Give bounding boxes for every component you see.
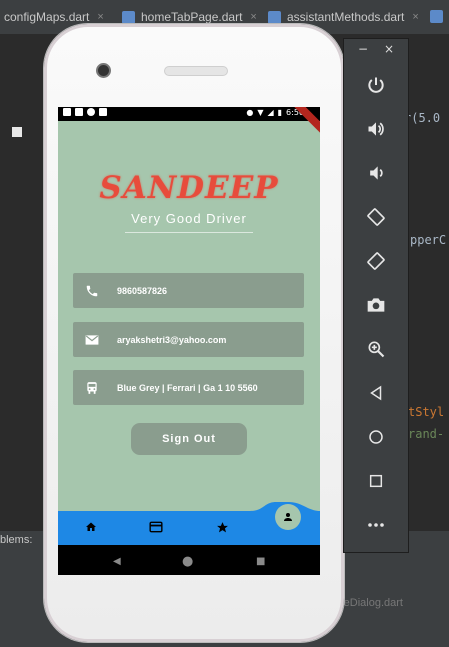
problems-label[interactable]: blems: [0,534,32,546]
rotate-left-button[interactable] [362,203,390,231]
code-fragment: tStyl [408,405,445,419]
code-fragment: r(5.0 [404,111,441,125]
home-icon [86,522,96,531]
overview-icon [369,474,383,488]
back-icon [370,385,382,401]
image-icon [75,108,83,116]
phone-icon [85,284,99,298]
phone-screen: ● ▼ ◢ ▮ 6:56 SANDEEP Very Good Driver 98… [58,107,320,575]
battery-icon: ▮ [277,108,283,117]
close-icon[interactable]: × [412,11,418,23]
phone-frame: ● ▼ ◢ ▮ 6:56 SANDEEP Very Good Driver 98… [44,24,344,642]
rotate-left-icon [367,208,385,226]
more-icon [368,523,384,527]
home-button-icon[interactable]: ● [182,554,193,569]
bottom-file-label: reDialog.dart [340,597,403,609]
tab-label: configMaps.dart [4,10,90,24]
zoom-icon [368,341,385,358]
overview-icon[interactable]: ■ [256,556,265,567]
power-button[interactable] [362,71,390,99]
status-bar: ● ▼ ◢ ▮ 6:56 [58,107,320,137]
emulator-toolbar: − × [343,38,409,553]
front-camera [96,63,111,78]
home-button[interactable] [362,423,390,451]
phone-card[interactable]: 9860587826 [73,273,304,308]
back-icon[interactable]: ◀ [113,556,121,567]
close-icon[interactable]: × [250,11,256,23]
settings-icon [63,108,71,116]
back-button[interactable] [362,379,390,407]
volume-down-icon [370,166,383,180]
car-card[interactable]: Blue Grey | Ferrari | Ga 1 10 5560 [73,370,304,405]
rotate-right-icon [367,252,385,270]
driver-name: SANDEEP [99,170,279,206]
code-fragment: pperC [410,233,447,247]
nav-home-button[interactable] [83,521,99,535]
volume-up-icon [368,122,384,136]
speaker-grille [164,66,228,76]
email-icon [85,333,99,347]
card-icon [149,521,163,533]
signal-icon: ◢ [267,108,274,117]
nav-earnings-button[interactable] [148,521,164,535]
code-fragment: rand- [408,427,445,441]
wifi-icon: ▼ [257,108,264,117]
screenshot-button[interactable] [362,291,390,319]
car-details: Blue Grey | Ferrari | Ga 1 10 5560 [117,382,258,393]
car-icon [85,381,99,395]
person-icon [284,513,292,521]
more-button[interactable] [362,511,390,539]
driver-rating-text: Very Good Driver [131,211,247,226]
phone-number: 9860587826 [117,285,168,296]
volume-down-button[interactable] [362,159,390,187]
overview-button[interactable] [362,467,390,495]
sign-out-button[interactable]: Sign Out [131,423,247,455]
close-icon[interactable]: × [97,11,103,23]
tab-label: homeTabPage.dart [141,10,243,24]
power-icon [368,77,384,93]
dart-file-icon [268,10,281,24]
nav-account-button[interactable] [275,504,301,530]
zoom-button[interactable] [362,335,390,363]
title-divider [125,232,253,233]
home-circle-icon [369,430,383,444]
close-button[interactable]: × [384,42,394,56]
record-icon [87,108,95,116]
sim-icon [99,108,107,116]
email-address: aryakshetri3@yahoo.com [117,334,227,345]
tab-label: assistantMethods.dart [287,10,405,24]
star-icon [216,522,228,533]
emulator-title-bar: − × [344,39,408,63]
dart-file-icon [122,10,135,24]
gutter-marker [12,127,22,137]
location-icon: ● [246,108,254,117]
nav-ratings-button[interactable] [214,521,230,535]
rotate-right-button[interactable] [362,247,390,275]
dart-file-icon [430,10,443,23]
email-card[interactable]: aryakshetri3@yahoo.com [73,322,304,357]
camera-icon [367,298,385,312]
android-nav-bar: ◀ ● ■ [58,545,320,575]
minimize-button[interactable]: − [358,42,368,56]
volume-up-button[interactable] [362,115,390,143]
